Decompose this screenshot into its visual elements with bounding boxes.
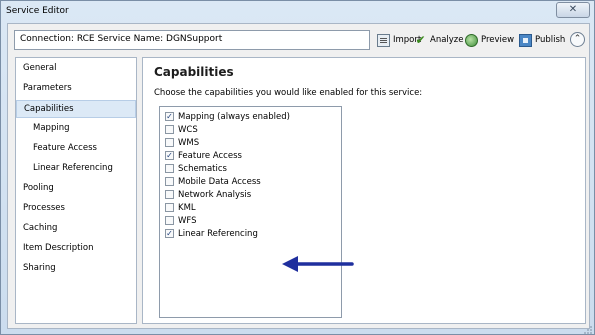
title-bar[interactable]: Service Editor ✕: [1, 1, 594, 23]
import-icon: [377, 33, 390, 47]
checkbox-mobile-data-access[interactable]: [165, 177, 174, 186]
capabilities-list: ✓ Mapping (always enabled) WCS WMS ✓ Fea…: [159, 106, 354, 318]
close-button[interactable]: ✕: [556, 2, 590, 18]
capability-label: WCS: [178, 124, 198, 135]
capability-wfs[interactable]: WFS: [165, 214, 197, 227]
capability-label: Network Analysis: [178, 189, 252, 200]
publish-button[interactable]: Publish: [519, 32, 565, 48]
capability-mapping[interactable]: ✓ Mapping (always enabled): [165, 110, 290, 123]
sidebar: General Parameters Capabilities Mapping …: [15, 57, 137, 324]
checkbox-feature-access[interactable]: ✓: [165, 151, 174, 160]
capability-label: Linear Referencing: [178, 228, 258, 239]
sidebar-item-capabilities[interactable]: Capabilities: [16, 100, 136, 118]
checkbox-wcs[interactable]: [165, 125, 174, 134]
preview-button[interactable]: Preview: [465, 32, 514, 48]
toolbar: Connection: RCE Service Name: DGNSupport…: [8, 24, 589, 56]
capability-label: WFS: [178, 215, 197, 226]
sidebar-item-parameters[interactable]: Parameters: [16, 80, 136, 98]
service-editor-window: Service Editor ✕ Connection: RCE Service…: [0, 0, 595, 335]
checkbox-kml[interactable]: [165, 203, 174, 212]
collapse-button[interactable]: ⌃: [570, 32, 585, 47]
checkbox-wfs[interactable]: [165, 216, 174, 225]
resize-grip-icon[interactable]: [583, 325, 593, 335]
analyze-button[interactable]: ✔ Analyze: [414, 32, 464, 48]
sidebar-item-item-description[interactable]: Item Description: [16, 240, 136, 258]
capability-linear-referencing[interactable]: ✓ Linear Referencing: [165, 227, 258, 240]
preview-label: Preview: [481, 35, 515, 45]
annotation-arrow-icon: [282, 256, 354, 272]
capability-label: KML: [178, 202, 196, 213]
capability-network-analysis[interactable]: Network Analysis: [165, 188, 251, 201]
capabilities-panel: Capabilities Choose the capabilities you…: [142, 57, 586, 324]
capability-label: Mobile Data Access: [178, 176, 261, 187]
capability-feature-access[interactable]: ✓ Feature Access: [165, 149, 242, 162]
sidebar-item-linear-referencing[interactable]: Linear Referencing: [16, 160, 136, 178]
analyze-label: Analyze: [430, 35, 464, 45]
sidebar-item-feature-access[interactable]: Feature Access: [16, 140, 136, 158]
sidebar-item-processes[interactable]: Processes: [16, 200, 136, 218]
page-title: Capabilities: [154, 65, 234, 79]
sidebar-item-caching[interactable]: Caching: [16, 220, 136, 238]
window-title: Service Editor: [6, 6, 69, 16]
capability-wms[interactable]: WMS: [165, 136, 199, 149]
capabilities-description: Choose the capabilities you would like e…: [154, 88, 423, 98]
checkbox-schematics[interactable]: [165, 164, 174, 173]
checkmark-icon: ✔: [415, 32, 426, 47]
checkbox-mapping[interactable]: ✓: [165, 112, 174, 121]
capability-wcs[interactable]: WCS: [165, 123, 198, 136]
checkbox-network-analysis[interactable]: [165, 190, 174, 199]
capability-schematics[interactable]: Schematics: [165, 162, 227, 175]
capability-mobile-data-access[interactable]: Mobile Data Access: [165, 175, 261, 188]
checkbox-wms[interactable]: [165, 138, 174, 147]
publish-icon: [519, 33, 532, 47]
editor-body: Connection: RCE Service Name: DGNSupport…: [7, 23, 590, 329]
capability-label: WMS: [178, 137, 200, 148]
capability-label: Mapping (always enabled): [178, 111, 290, 122]
publish-label: Publish: [535, 35, 566, 45]
capability-kml[interactable]: KML: [165, 201, 196, 214]
globe-icon: [465, 33, 478, 47]
sidebar-item-general[interactable]: General: [16, 60, 136, 78]
connection-info: Connection: RCE Service Name: DGNSupport: [14, 30, 370, 50]
sidebar-item-sharing[interactable]: Sharing: [16, 260, 136, 278]
capability-label: Schematics: [178, 163, 227, 174]
sidebar-item-mapping[interactable]: Mapping: [16, 120, 136, 138]
capability-label: Feature Access: [178, 150, 242, 161]
sidebar-item-pooling[interactable]: Pooling: [16, 180, 136, 198]
checkbox-linear-referencing[interactable]: ✓: [165, 229, 174, 238]
